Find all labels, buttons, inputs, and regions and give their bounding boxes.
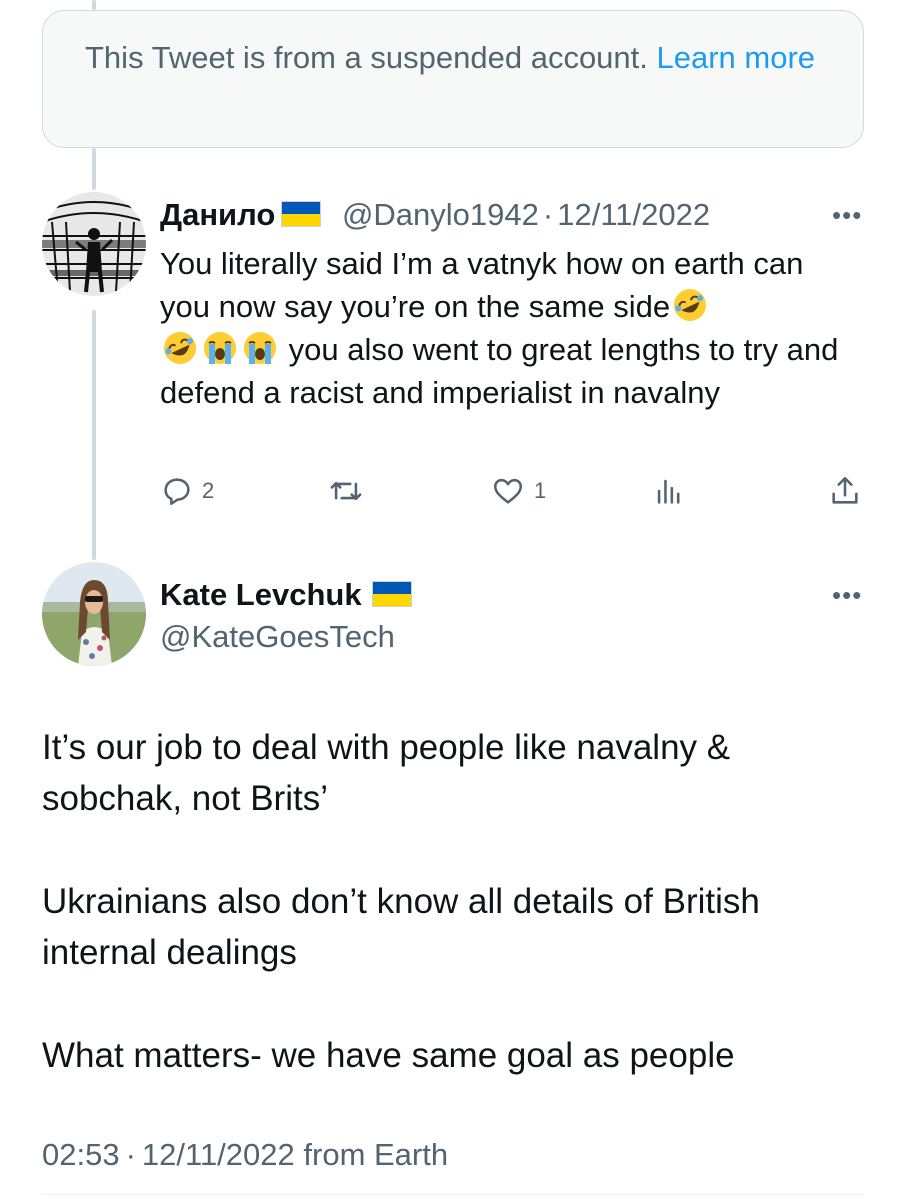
retweet-button[interactable] (328, 474, 372, 508)
main-avatar[interactable] (42, 562, 146, 666)
learn-more-link[interactable]: Learn more (657, 40, 816, 75)
reply-count: 2 (202, 478, 215, 503)
timestamp-separator: · (125, 1137, 136, 1172)
thread-line-lower (92, 310, 96, 560)
like-button[interactable]: 1 (490, 474, 546, 508)
main-name-row: Kate Levchuk (160, 574, 412, 616)
main-time[interactable]: 02:53 (42, 1137, 120, 1172)
like-count: 1 (534, 478, 547, 503)
reply-icon (164, 478, 190, 506)
main-date[interactable]: 12/11/2022 (142, 1137, 295, 1172)
main-handle[interactable]: @KateGoesTech (160, 616, 395, 658)
sob-emoji-icon (204, 332, 236, 364)
ukraine-flag-icon (371, 581, 412, 607)
reply-action-bar: 2 1 (160, 474, 866, 514)
main-paragraph: It’s our job to deal with people like na… (42, 728, 731, 818)
rofl-emoji-icon (674, 289, 707, 321)
reply-avatar[interactable] (42, 192, 146, 296)
main-timestamp: 02:53 · 12/11/2022 from Earth (42, 1134, 448, 1176)
thread-line-upper (92, 148, 96, 190)
main-paragraph: Ukrainians also don’t know all details o… (42, 882, 760, 972)
main-more-options-icon[interactable]: ••• (832, 580, 862, 611)
main-paragraph: What matters- we have same goal as peopl… (42, 1036, 735, 1075)
main-display-name[interactable]: Kate Levchuk (160, 577, 362, 612)
views-chart-icon (657, 479, 680, 504)
retweet-icon (330, 481, 362, 501)
reply-separator: · (542, 197, 554, 232)
reply-header: Данило @Danylo1942 · 12/11/2022 (160, 194, 710, 236)
divider (42, 1194, 864, 1195)
reply-text: You literally said I’m a vatnyk how on e… (160, 242, 840, 414)
ukraine-flag-icon (281, 201, 322, 227)
share-icon (832, 476, 858, 504)
reply-more-options-icon[interactable]: ••• (832, 200, 862, 231)
share-button[interactable] (828, 474, 862, 508)
reply-handle[interactable]: @Danylo1942 (342, 197, 539, 232)
reply-display-name[interactable]: Данило (160, 197, 275, 232)
sob-emoji-icon (244, 332, 276, 364)
suspended-tweet-notice: This Tweet is from a suspended account. … (42, 10, 864, 148)
reply-button[interactable]: 2 (160, 474, 214, 508)
reply-date[interactable]: 12/11/2022 (557, 197, 710, 232)
thread-line-top (92, 0, 96, 10)
heart-icon (493, 478, 523, 504)
rofl-emoji-icon (164, 332, 196, 364)
suspended-notice-text: This Tweet is from a suspended account. (85, 40, 648, 75)
main-tweet-text: It’s our job to deal with people like na… (42, 722, 862, 1133)
views-button[interactable] (652, 474, 694, 508)
main-source: from Earth (303, 1137, 449, 1172)
